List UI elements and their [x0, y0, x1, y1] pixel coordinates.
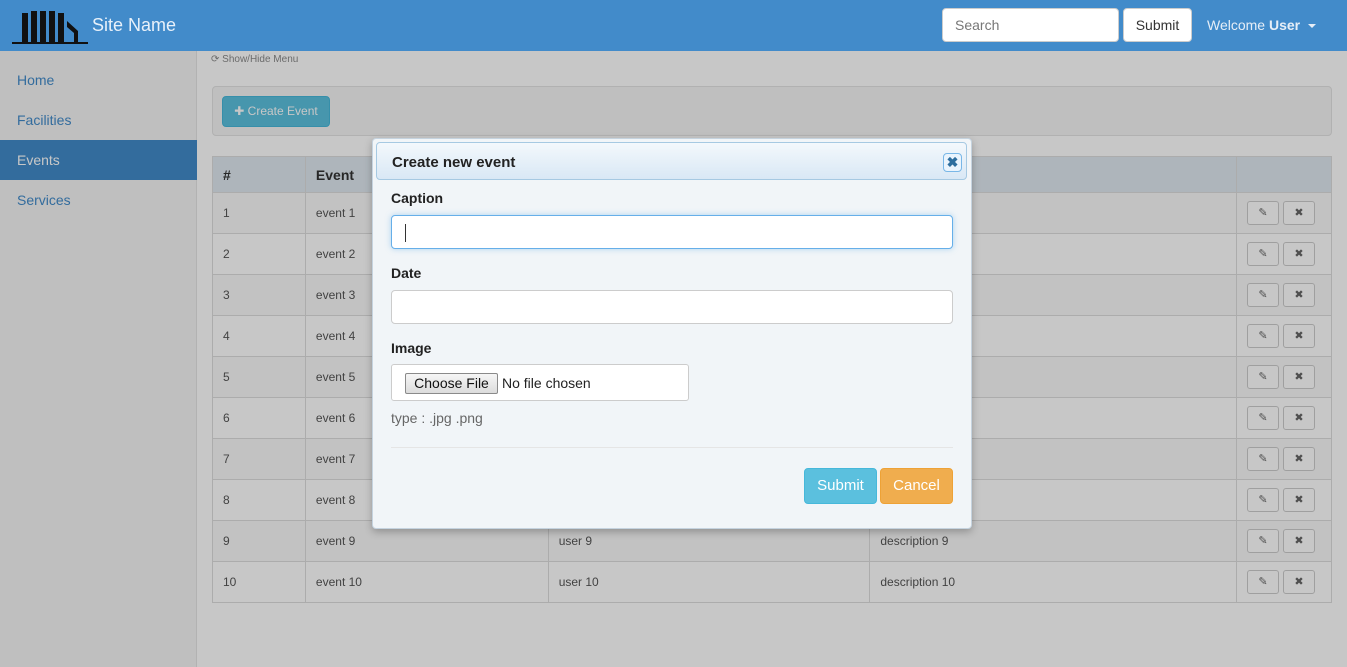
close-icon: ✖ [946, 154, 959, 170]
cancel-button[interactable]: Cancel [880, 468, 953, 504]
user-name: User [1268, 17, 1301, 33]
close-button[interactable]: ✖ [943, 153, 962, 172]
image-file-input[interactable]: Choose File No file chosen [391, 364, 689, 401]
user-menu[interactable]: Welcome User [1207, 17, 1317, 33]
search-input[interactable] [942, 8, 1119, 42]
date-input[interactable] [391, 290, 953, 324]
dialog-titlebar[interactable]: Create new event ✖ [376, 142, 967, 180]
image-help-text: type : .jpg .png [391, 410, 483, 426]
search-submit-button[interactable]: Submit [1123, 8, 1192, 42]
text-cursor [405, 224, 406, 242]
dialog-title: Create new event [392, 154, 516, 171]
caret-down-icon [1308, 24, 1317, 29]
welcome-text: Welcome [1207, 17, 1266, 33]
caption-input[interactable] [391, 215, 953, 249]
choose-file-button[interactable]: Choose File [405, 373, 498, 394]
caption-label: Caption [391, 190, 444, 206]
create-event-dialog: Create new event ✖ Caption Date Image Ch… [372, 138, 972, 529]
file-status-text: No file chosen [502, 375, 591, 391]
date-label: Date [391, 265, 422, 281]
submit-button[interactable]: Submit [804, 468, 877, 504]
top-navbar: Site Name Submit Welcome User [0, 0, 1347, 51]
footer-divider [391, 447, 953, 448]
image-label: Image [391, 340, 432, 356]
site-name[interactable]: Site Name [92, 15, 176, 36]
site-logo[interactable] [12, 9, 88, 45]
